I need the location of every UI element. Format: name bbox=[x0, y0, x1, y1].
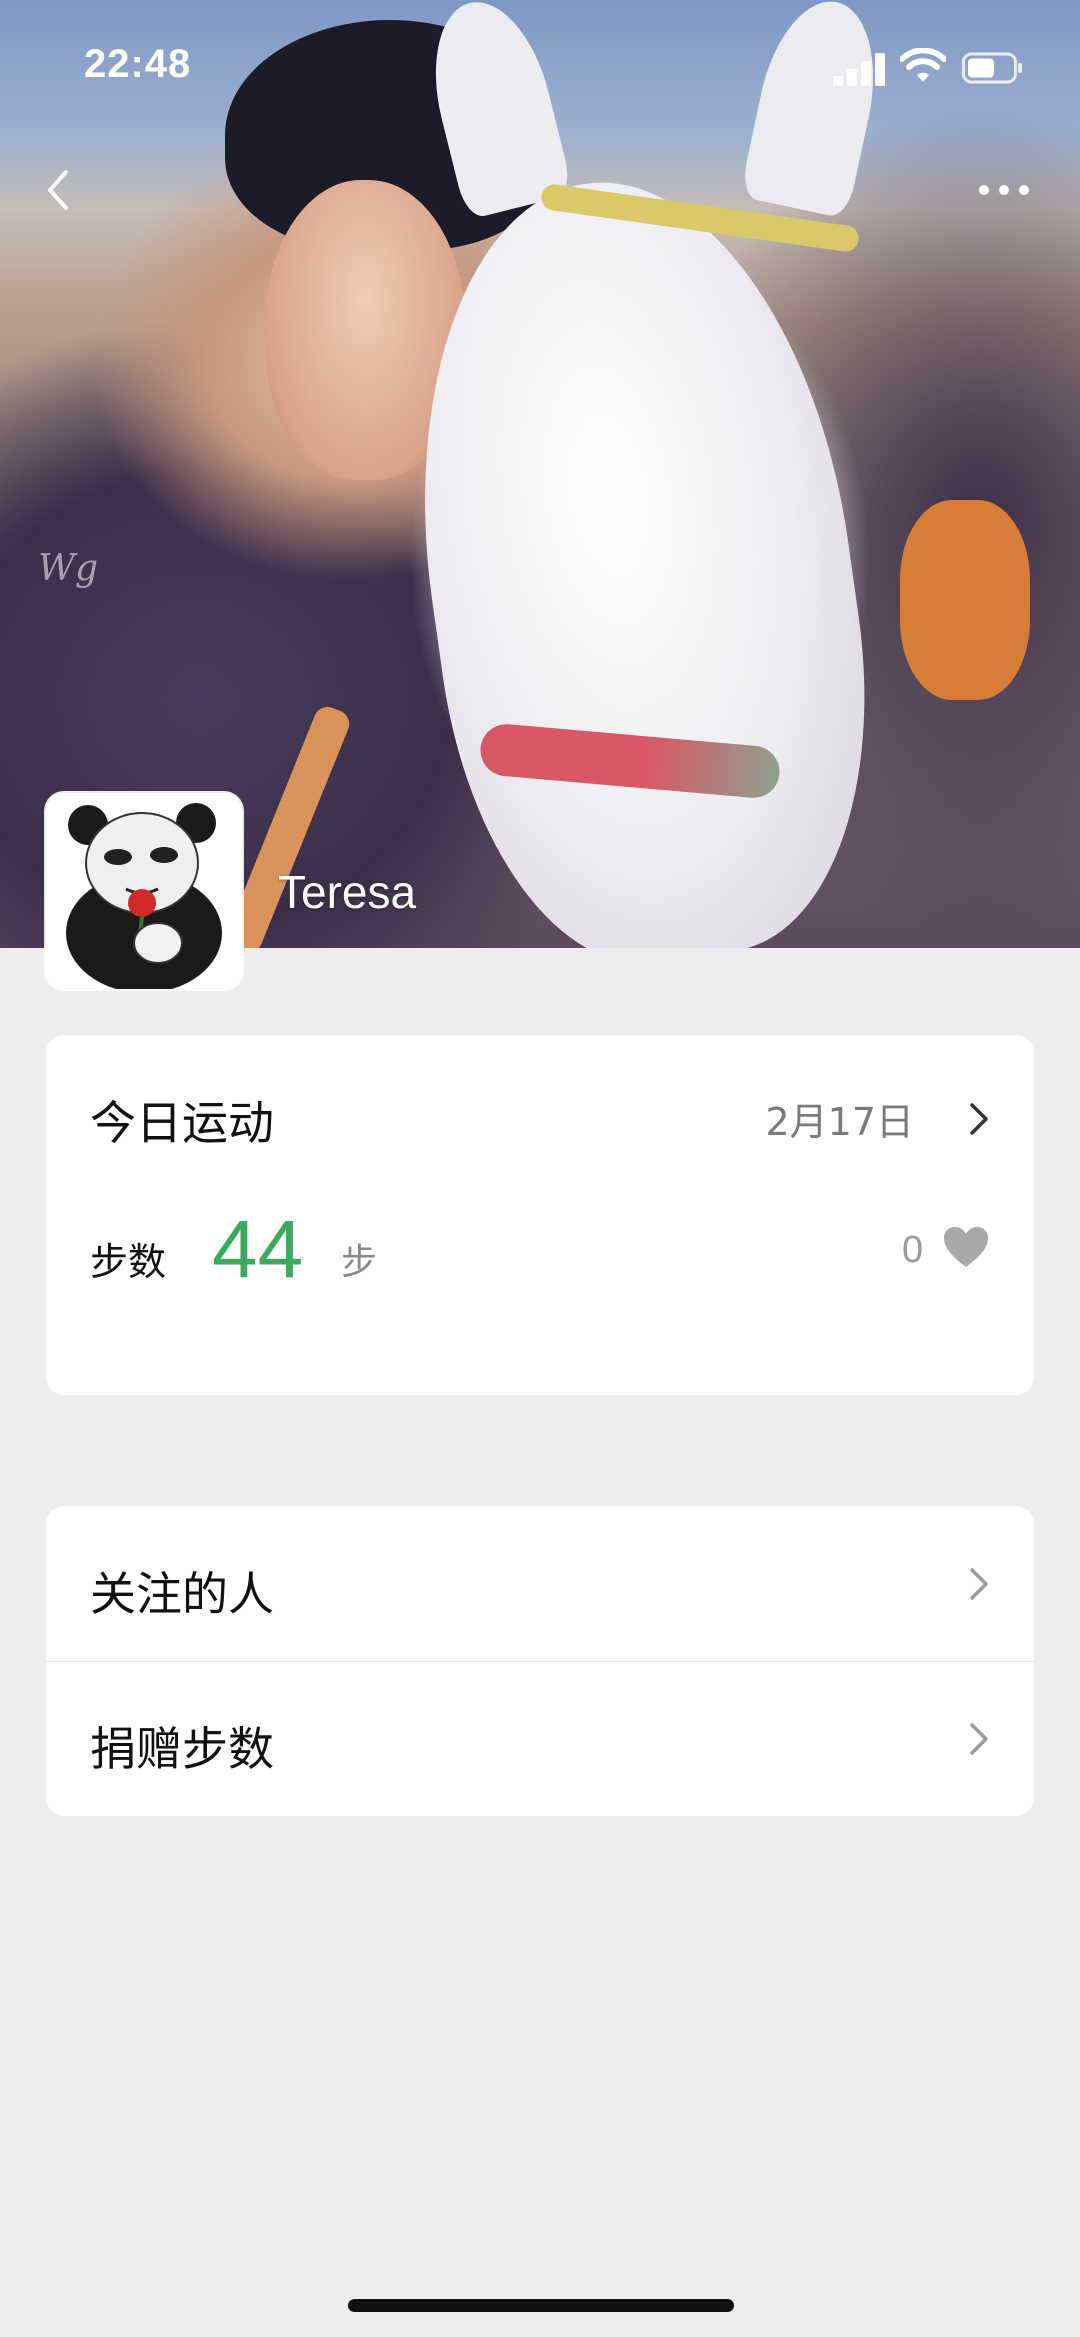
steps-label: 步数 bbox=[90, 1240, 167, 1284]
card-title: 今日运动 bbox=[90, 1096, 274, 1150]
chevron-right-icon bbox=[970, 1568, 988, 1600]
menu-item-following[interactable]: 关注的人 bbox=[46, 1506, 1034, 1662]
likes-count: 0 bbox=[902, 1229, 924, 1271]
battery-icon bbox=[962, 52, 1022, 84]
steps-value: 44 bbox=[212, 1204, 304, 1295]
avatar[interactable] bbox=[46, 793, 242, 989]
chevron-right-icon bbox=[970, 1723, 988, 1755]
status-time: 22:48 bbox=[84, 42, 192, 86]
steps-unit: 步 bbox=[341, 1242, 378, 1283]
signal-icon bbox=[833, 52, 885, 86]
heart-icon[interactable] bbox=[942, 1225, 990, 1269]
cover-watermark: Wg bbox=[38, 548, 99, 589]
user-name: Teresa bbox=[278, 866, 417, 918]
chevron-right-icon bbox=[970, 1103, 988, 1135]
home-indicator[interactable] bbox=[348, 2299, 734, 2312]
menu-item-label: 关注的人 bbox=[90, 1567, 274, 1621]
menu-card: 关注的人 捐赠步数 bbox=[46, 1506, 1034, 1816]
menu-item-donate-steps[interactable]: 捐赠步数 bbox=[46, 1661, 1034, 1816]
status-bar: 22:48 bbox=[0, 0, 1080, 140]
cover-saddle bbox=[900, 500, 1030, 700]
card-date: 2月17日 bbox=[765, 1100, 914, 1144]
more-icon[interactable] bbox=[975, 175, 1035, 205]
today-exercise-card[interactable]: 今日运动 2月17日 步数 44 步 0 bbox=[46, 1035, 1034, 1395]
wifi-icon bbox=[900, 48, 946, 82]
panda-avatar-illustration bbox=[46, 793, 242, 989]
menu-item-label: 捐赠步数 bbox=[90, 1722, 274, 1776]
back-icon[interactable] bbox=[36, 160, 86, 220]
